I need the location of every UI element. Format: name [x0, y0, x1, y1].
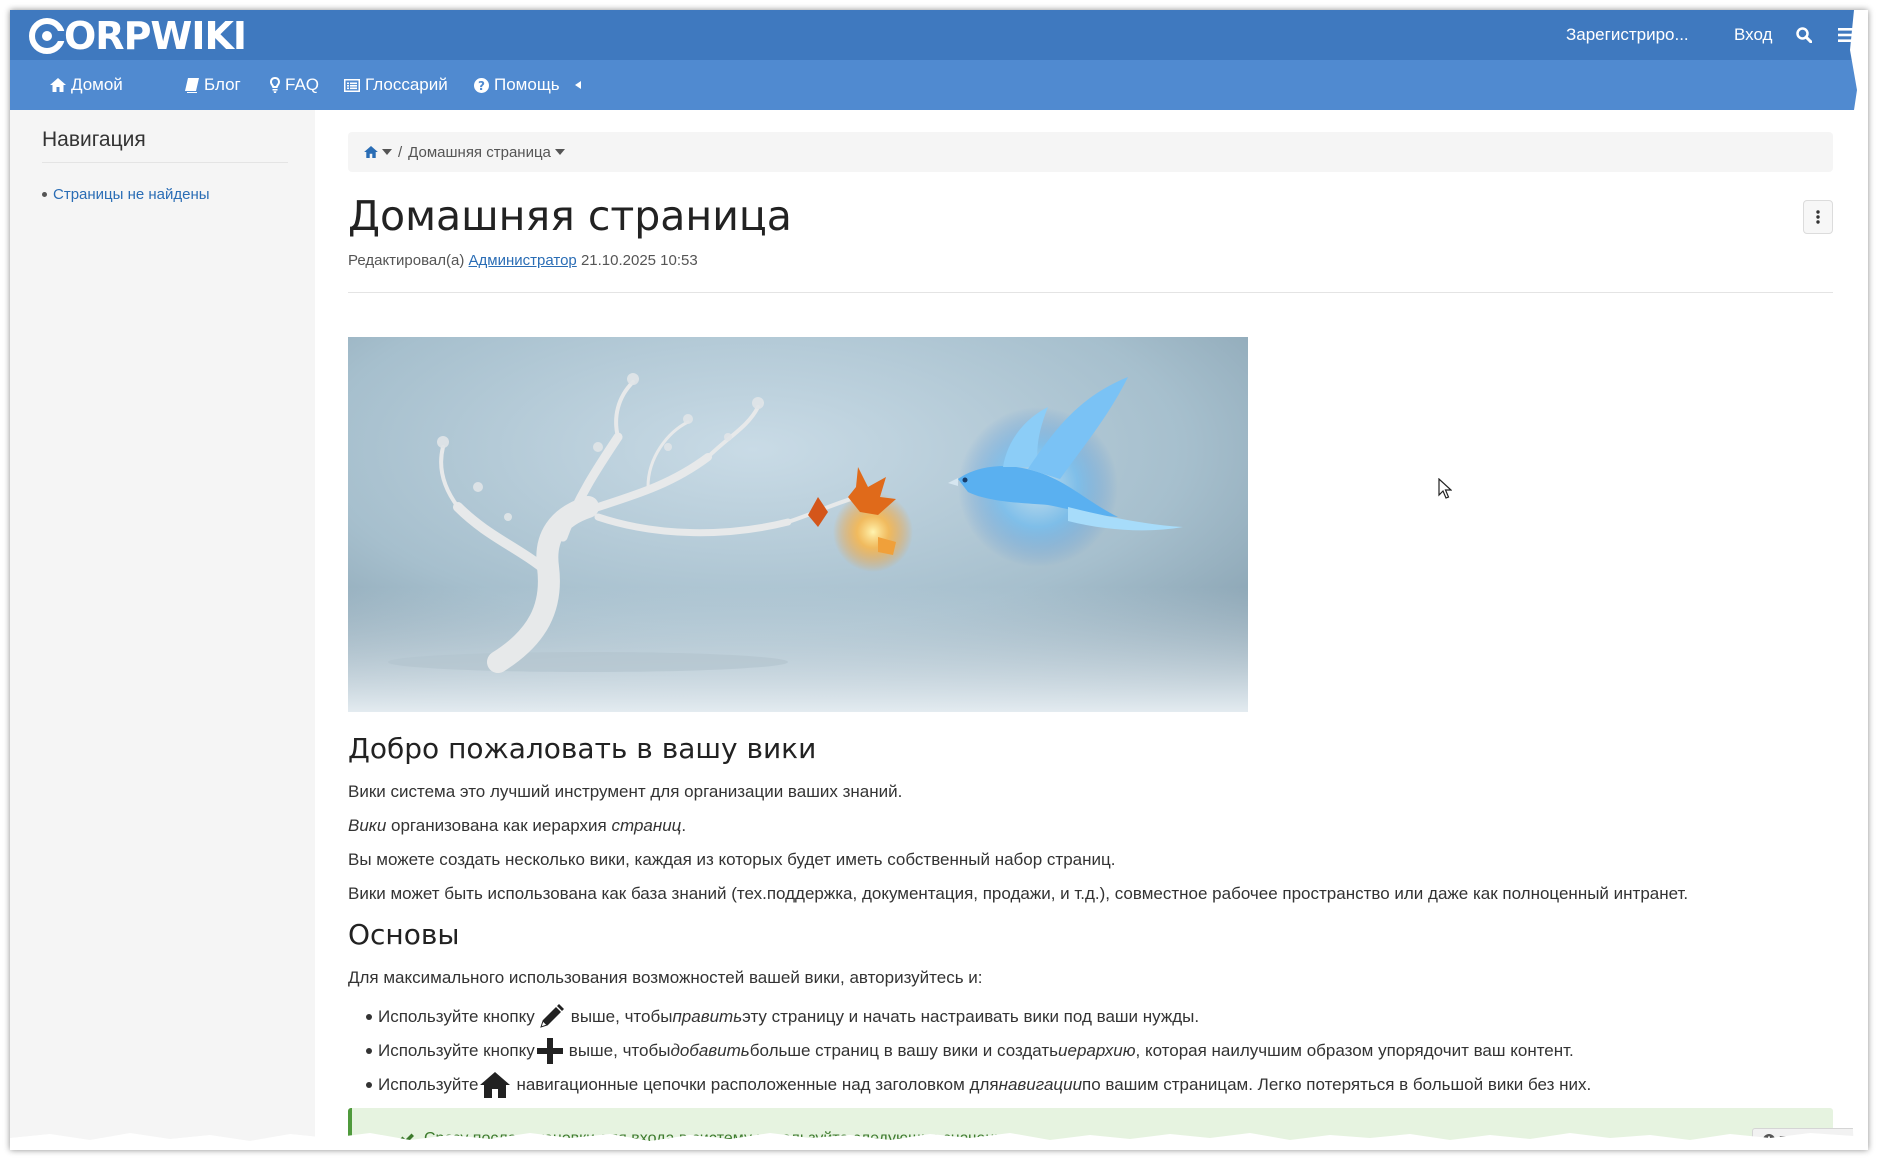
text: больше страниц в вашу вики и создать [749, 1041, 1059, 1060]
breadcrumb-separator: / [398, 143, 403, 161]
sidebar-item-empty[interactable]: Страницы не найдены [42, 186, 210, 203]
paragraph: Вики может быть использована как база зн… [348, 884, 1689, 903]
list-icon [344, 78, 360, 92]
text: эту страницу и начать настраивать вики п… [742, 1007, 1200, 1026]
bullet-icon [366, 1014, 372, 1020]
alert-text: Сразу после установки для входа в систем… [424, 1130, 1017, 1147]
nav-help[interactable]: ? Помощь [474, 60, 560, 110]
plus-icon [536, 1038, 563, 1064]
breadcrumb-current-label: Домашняя страница [408, 143, 551, 161]
nav-faq[interactable]: FAQ [270, 60, 319, 110]
mouse-cursor-icon [1438, 478, 1452, 499]
chevron-down-icon [382, 149, 392, 155]
app-window: ORPWIKI Зарегистриро... Вход Домой Блог … [10, 10, 1868, 1150]
chevron-down-icon [554, 149, 565, 155]
logo-c-icon [29, 18, 66, 54]
text: , которая наилучшим образом упорядочит в… [1135, 1041, 1574, 1060]
torn-edge-right [1849, 10, 1868, 1150]
bullet-icon [366, 1048, 372, 1054]
nav-glossary[interactable]: Глоссарий [344, 60, 448, 110]
text: Используйте кнопку [378, 1041, 535, 1060]
text: по вашим страницам. Легко потеряться в б… [1082, 1075, 1592, 1094]
hero-image [348, 337, 1248, 712]
logo-text: ORPWIKI [64, 14, 247, 58]
text: . [681, 816, 687, 835]
question-icon: ? [474, 77, 489, 93]
breadcrumb: / Домашняя страница [348, 132, 1833, 172]
caret-left-icon [575, 81, 581, 89]
show-tour-label: Показать тур [1778, 1132, 1858, 1148]
list-item: Используйте кнопку выше, чтобы править э… [366, 1002, 1200, 1032]
breadcrumb-home[interactable] [364, 146, 392, 158]
register-link[interactable]: Зарегистриро... [1566, 10, 1689, 60]
emphasis: страниц [611, 816, 682, 835]
author-link[interactable]: Администратор [469, 252, 577, 269]
hero-illustration [348, 337, 1248, 712]
nav-faq-label: FAQ [285, 75, 320, 94]
emphasis: править [672, 1007, 743, 1026]
nav-blog-label: Блог [204, 75, 241, 94]
search-icon [1796, 27, 1812, 43]
text: выше, чтобы [568, 1041, 671, 1060]
pencil-icon [539, 1004, 564, 1028]
ellipsis-vertical-icon [1816, 210, 1820, 224]
sidebar-title: Навигация [42, 128, 288, 163]
home-icon [364, 146, 378, 158]
login-link[interactable]: Вход [1734, 10, 1772, 60]
info-icon [1762, 1134, 1775, 1146]
title-divider [348, 292, 1833, 293]
text: Используйте [378, 1075, 479, 1094]
edit-info: Редактировал(а) Администратор 21.10.2025… [348, 252, 698, 269]
nav-bar: Домой Блог FAQ Глоссарий ? Помощь [10, 60, 1868, 110]
edit-date: 21.10.2025 10:53 [580, 252, 698, 269]
nav-collapse-toggle[interactable] [575, 60, 581, 110]
nav-glossary-label: Глоссарий [365, 75, 448, 94]
lightbulb-icon [270, 77, 280, 93]
sidebar: Навигация Страницы не найдены [10, 110, 315, 1150]
text: Используйте кнопку [378, 1007, 535, 1026]
emphasis: Вики [348, 816, 387, 835]
bullet-icon [42, 192, 47, 197]
nav-home[interactable]: Домой [50, 60, 123, 110]
edit-info-prefix: Редактировал(а) [348, 252, 465, 269]
welcome-heading: Добро пожаловать в вашу вики [348, 732, 817, 765]
nav-blog[interactable]: Блог [185, 60, 241, 110]
paragraph: Вы можете создать несколько вики, каждая… [348, 850, 1116, 869]
nav-help-label: Помощь [494, 75, 560, 94]
sidebar-item-label: Страницы не найдены [53, 186, 210, 203]
check-icon [400, 1133, 414, 1145]
top-bar: ORPWIKI Зарегистриро... Вход [10, 10, 1868, 60]
text: организована как иерархия [386, 816, 612, 835]
menu-button[interactable] [1838, 10, 1854, 60]
page-title: Домашняя страница [348, 192, 792, 240]
logo[interactable]: ORPWIKI [28, 14, 247, 58]
home-icon [480, 1072, 511, 1098]
text: выше, чтобы [570, 1007, 673, 1026]
emphasis: навигации [998, 1075, 1083, 1094]
show-tour-button[interactable]: Показать тур [1752, 1128, 1868, 1150]
emphasis: добавить [670, 1041, 750, 1060]
search-button[interactable] [1796, 10, 1812, 60]
hamburger-icon [1838, 28, 1854, 42]
list-item: Используйте навигационные цепочки распол… [366, 1070, 1592, 1100]
home-icon [50, 78, 66, 92]
svg-text:?: ? [478, 78, 485, 92]
paragraph: Вики система это лучший инструмент для о… [348, 782, 903, 801]
bullet-icon [366, 1082, 372, 1088]
nav-home-label: Домой [71, 75, 123, 94]
paragraph: Вики организована как иерархия страниц. [348, 816, 686, 836]
breadcrumb-current[interactable]: Домашняя страница [408, 144, 565, 161]
book-icon [185, 77, 199, 93]
basics-heading: Основы [348, 918, 460, 951]
alert-content: Сразу после установки для входа в систем… [400, 1130, 1016, 1148]
emphasis: иерархию [1058, 1041, 1136, 1060]
paragraph: Для максимального использования возможно… [348, 968, 983, 987]
page-actions-button[interactable] [1803, 200, 1833, 234]
text: навигационные цепочки расположенные над … [516, 1075, 999, 1094]
info-alert: Сразу после установки для входа в систем… [348, 1108, 1833, 1150]
list-item: Используйте кнопку выше, чтобы добавить … [366, 1036, 1574, 1066]
